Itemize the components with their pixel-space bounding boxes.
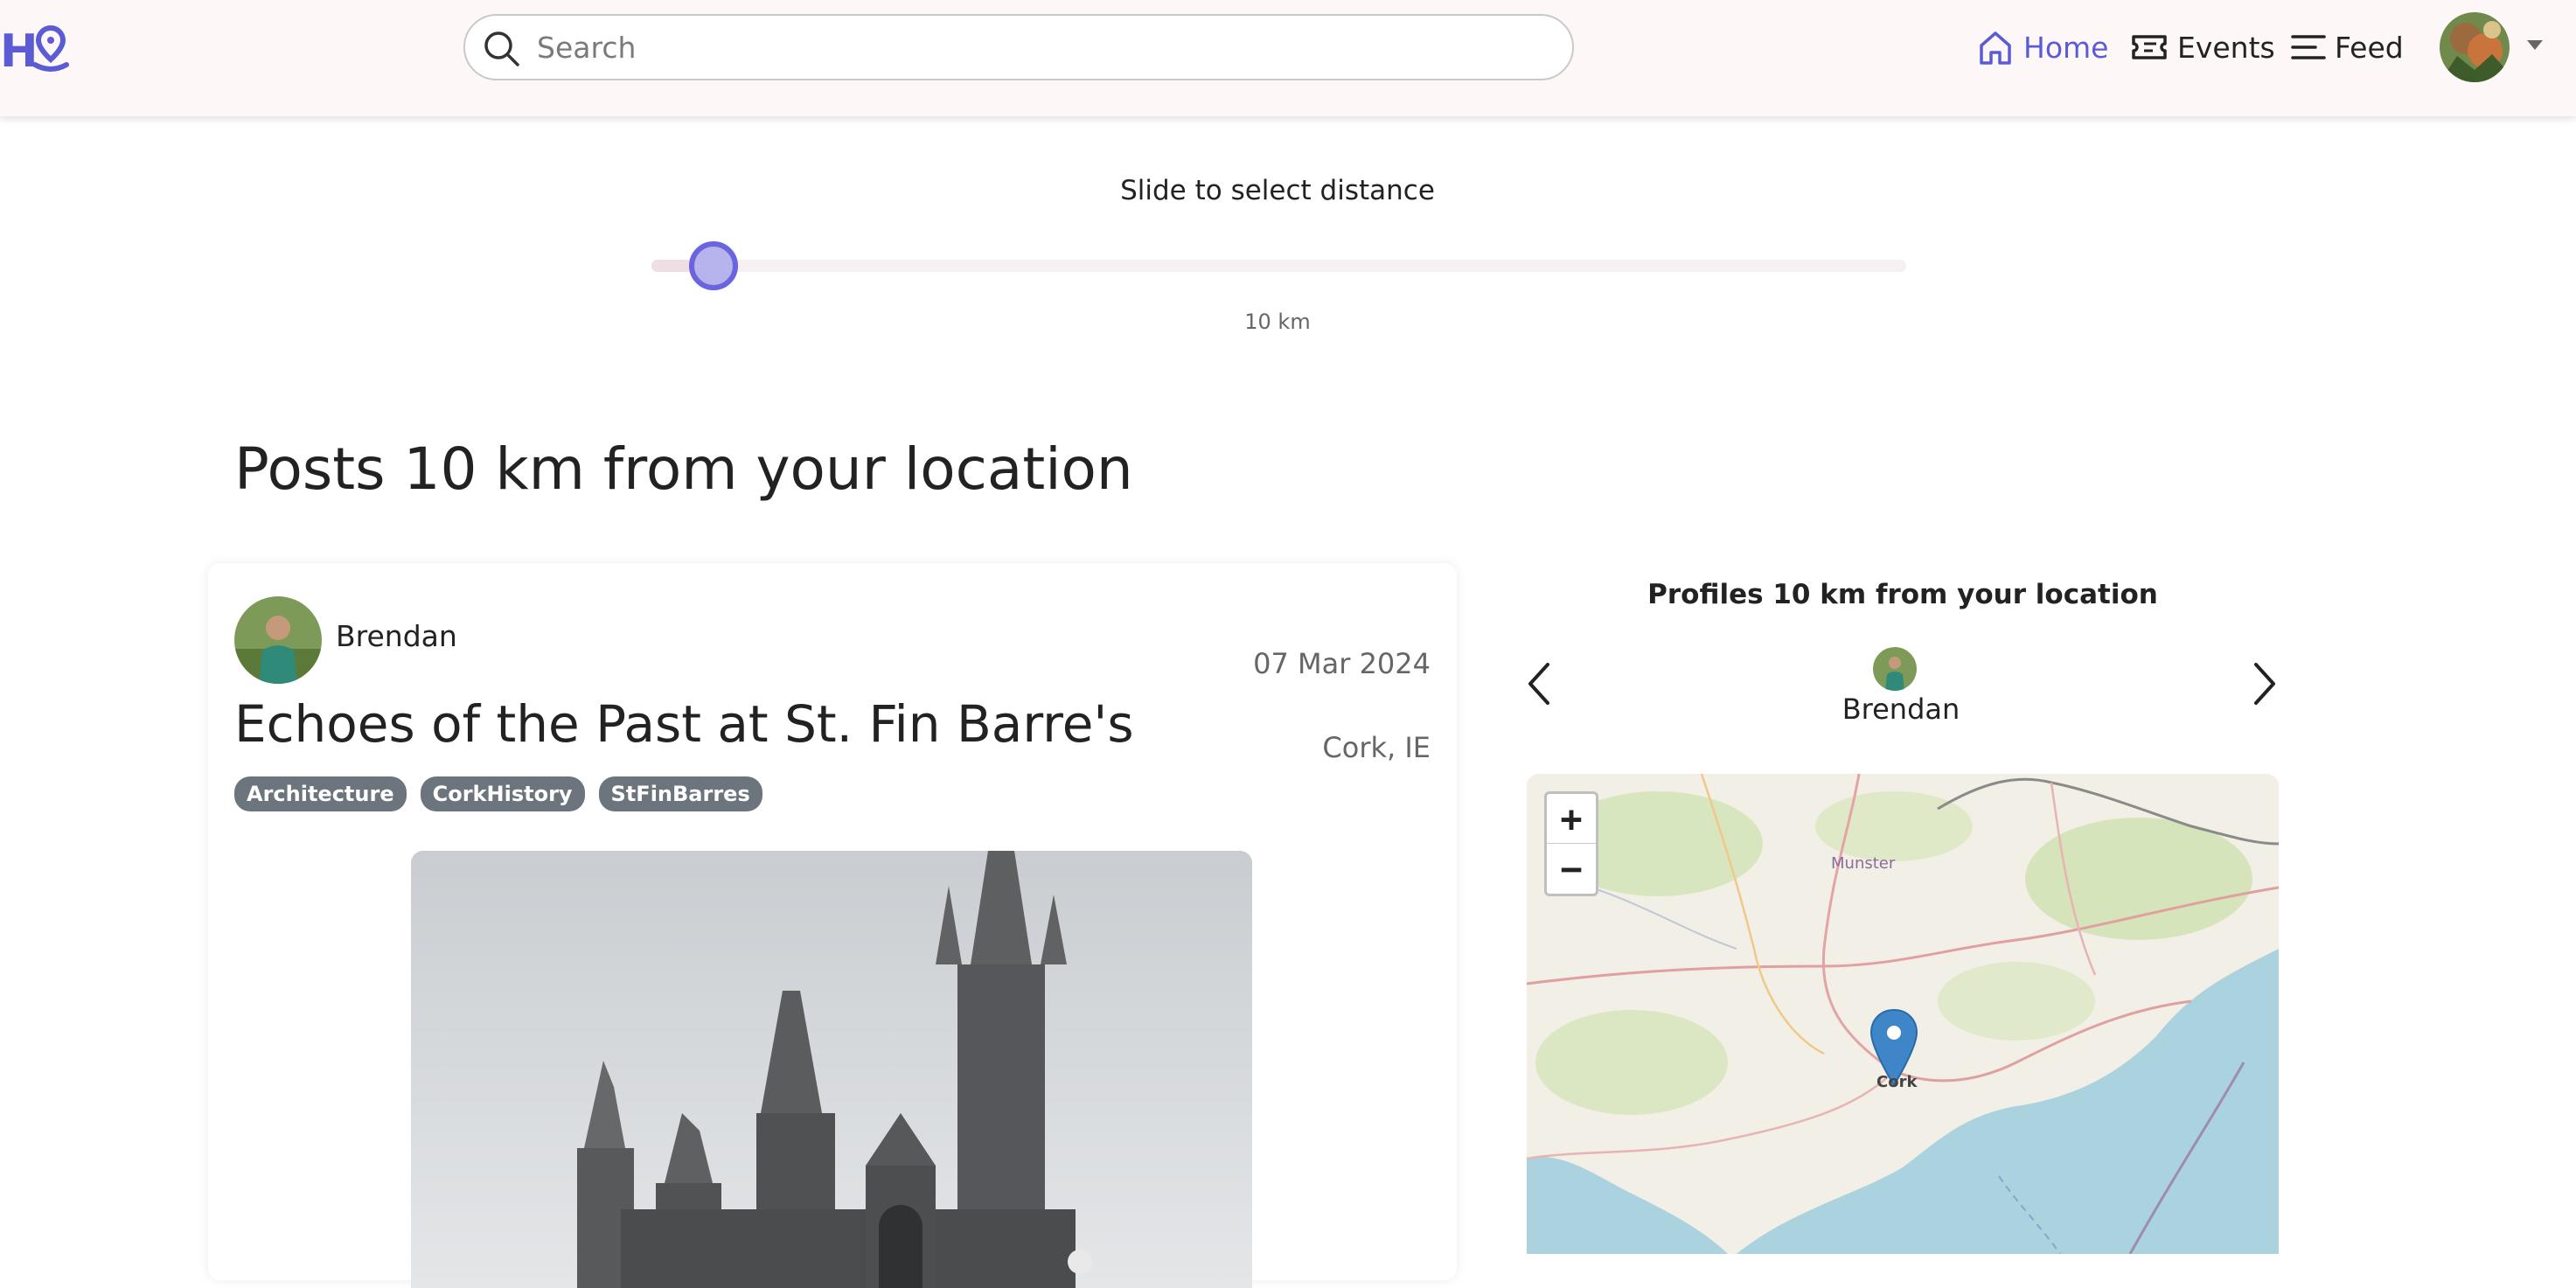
user-avatar [2440, 12, 2510, 82]
tag-badge[interactable]: StFinBarres [598, 776, 762, 811]
home-icon [1980, 31, 2011, 65]
map-zoom-control: + − [1544, 791, 1598, 896]
tag-badge[interactable]: Architecture [234, 776, 407, 811]
feed-icon [2291, 35, 2326, 59]
post-title[interactable]: Echoes of the Past at St. Fin Barre's [234, 694, 1134, 754]
nav-feed[interactable]: Feed [2291, 24, 2404, 70]
app-logo[interactable]: H [0, 21, 70, 78]
nav-events[interactable]: Events [2130, 24, 2275, 70]
logo-icon: H [0, 24, 69, 78]
ticket-icon [2132, 35, 2167, 59]
nav-feed-label: Feed [2335, 30, 2404, 65]
distance-value: 10 km [1244, 310, 1311, 334]
map-city-label: Cork [1876, 1073, 1918, 1091]
nav-events-label: Events [2177, 30, 2275, 65]
prev-profile-button[interactable] [1521, 658, 1556, 710]
zoom-in-button[interactable]: + [1547, 794, 1596, 844]
search-input[interactable] [537, 24, 1551, 70]
nav-home-label: Home [2023, 30, 2109, 65]
next-profile-button[interactable] [2247, 658, 2282, 710]
author-name[interactable]: Brendan [336, 619, 457, 653]
slider-title: Slide to select distance [1120, 175, 1435, 206]
navbar: H Home Events Feed [0, 0, 2576, 116]
profile-avatar [1873, 647, 1917, 691]
search-bar[interactable] [463, 14, 1574, 80]
map[interactable]: Munster + − Cork [1527, 774, 2279, 1254]
distance-slider-thumb[interactable] [689, 241, 738, 290]
profile-name: Brendan [1841, 693, 1960, 726]
post-location: Cork, IE [1322, 731, 1431, 764]
chevron-right-icon [2254, 663, 2275, 705]
distance-slider-track[interactable] [651, 260, 1906, 272]
zoom-out-button[interactable]: − [1547, 844, 1596, 894]
tag-list: Architecture CorkHistory StFinBarres [234, 776, 762, 811]
search-icon [484, 31, 519, 66]
user-menu[interactable] [2440, 12, 2545, 84]
tag-badge[interactable]: CorkHistory [420, 776, 585, 811]
post-date: 07 Mar 2024 [1253, 647, 1431, 680]
chevron-left-icon [1528, 663, 1549, 705]
chevron-down-icon [2527, 40, 2543, 50]
author-avatar[interactable] [234, 596, 322, 684]
profile-card[interactable]: Brendan [1814, 644, 1988, 731]
nav-home[interactable]: Home [1976, 24, 2108, 70]
page-title: Posts 10 km from your location [234, 435, 1133, 503]
post-image[interactable] [411, 851, 1252, 1288]
svg-text:H: H [0, 25, 38, 73]
post-card[interactable]: Brendan 07 Mar 2024 Echoes of the Past a… [208, 563, 1457, 1288]
map-region-label: Munster [1831, 854, 1896, 873]
cathedral-photo [411, 851, 1252, 1288]
profiles-title: Profiles 10 km from your location [1647, 579, 2158, 610]
